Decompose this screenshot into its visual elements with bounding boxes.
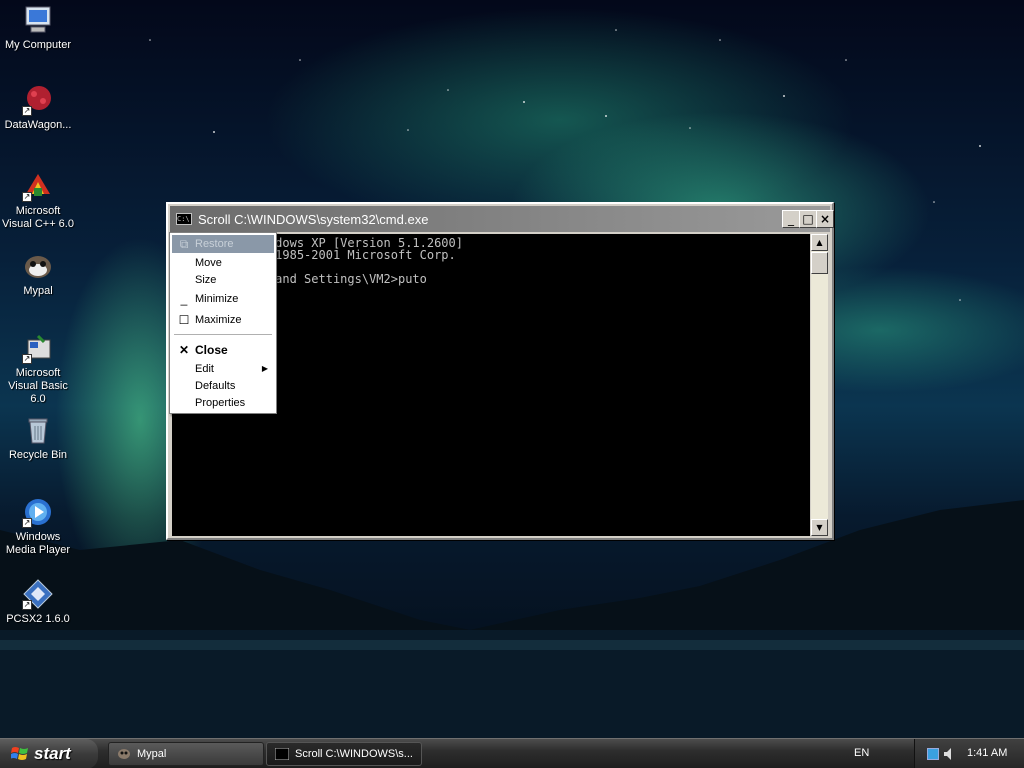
desktop-icon-label: PCSX2 1.6.0 [6, 613, 70, 625]
desktop-icon-label: Windows Media Player [5, 531, 71, 556]
menu-item-defaults[interactable]: Defaults [172, 377, 274, 395]
taskbar-item-cmd[interactable]: Scroll C:\WINDOWS\s... [266, 742, 422, 766]
desktop-icon-visual-basic[interactable]: ↗ Microsoft Visual Basic 6.0 [0, 332, 76, 406]
menu-item-close[interactable]: ✕ Close [172, 341, 274, 359]
visual-cpp-icon: ↗ [22, 170, 54, 202]
desktop-icon-my-computer[interactable]: My Computer [0, 4, 76, 52]
taskbar: start Mypal Scroll C:\WINDOWS\s... EN 1:… [0, 738, 1024, 768]
menu-item-restore: ⧉ Restore [172, 235, 274, 253]
menu-item-move[interactable]: Move [172, 254, 274, 272]
menu-item-label: Move [195, 257, 222, 269]
desktop-icon-label: Recycle Bin [8, 449, 68, 461]
menu-item-label: Minimize [195, 293, 239, 305]
shortcut-arrow-icon: ↗ [22, 106, 32, 116]
windows-logo-icon [11, 747, 28, 760]
desktop-icon-recycle-bin[interactable]: Recycle Bin [0, 414, 76, 462]
menu-item-maximize[interactable]: ☐ Maximize [172, 311, 274, 329]
my-computer-icon [22, 4, 54, 36]
menu-item-label: Maximize [195, 314, 242, 326]
desktop-icon-label: My Computer [4, 39, 72, 51]
desktop-icon-label: Microsoft Visual Basic 6.0 [8, 367, 68, 405]
taskbar-item-label: Scroll C:\WINDOWS\s... [295, 748, 413, 760]
shortcut-arrow-icon: ↗ [22, 600, 32, 610]
menu-item-label: Edit [195, 363, 214, 375]
language-indicator[interactable]: EN [854, 747, 869, 759]
scroll-thumb[interactable] [811, 252, 828, 274]
network-icon[interactable] [927, 748, 939, 760]
windows-media-player-icon: ↗ [22, 496, 54, 528]
datawagon-icon: ↗ [22, 84, 54, 116]
visual-basic-icon: ↗ [22, 332, 54, 364]
volume-icon[interactable] [943, 747, 955, 761]
system-menu: ⧉ Restore Move Size _ Minimize ☐ Maximiz… [169, 232, 277, 414]
scroll-up-icon[interactable]: ▲ [811, 234, 828, 251]
shortcut-arrow-icon: ↗ [22, 354, 32, 364]
desktop-icon-label: Microsoft Visual C++ 6.0 [2, 205, 74, 230]
clock[interactable]: 1:41 AM [967, 747, 1007, 759]
mypal-icon [118, 749, 130, 759]
start-label: start [34, 744, 71, 763]
menu-item-edit[interactable]: Edit ▶ [172, 360, 274, 378]
menu-item-label: Close [195, 343, 228, 357]
menu-separator [174, 334, 272, 335]
desktop-icon-windows-media-player[interactable]: ↗ Windows Media Player [0, 496, 76, 557]
cmd-icon [275, 748, 289, 760]
shortcut-arrow-icon: ↗ [22, 192, 32, 202]
cmd-icon[interactable]: C:\ [176, 213, 192, 225]
maximize-icon: ☐ [178, 313, 190, 327]
maximize-button[interactable]: □ [799, 210, 817, 228]
system-tray: 1:41 AM [914, 739, 1024, 768]
menu-item-label: Size [195, 274, 217, 286]
restore-icon: ⧉ [179, 237, 189, 251]
title-bar[interactable]: C:\ Scroll C:\WINDOWS\system32\cmd.exe _… [170, 206, 834, 232]
menu-item-properties[interactable]: Properties [172, 394, 274, 412]
recycle-bin-icon [22, 414, 54, 446]
close-icon: ✕ [178, 343, 190, 357]
menu-item-size[interactable]: Size [172, 271, 274, 289]
submenu-arrow-icon: ▶ [261, 364, 268, 373]
close-button[interactable]: × [816, 210, 834, 228]
menu-item-label: Properties [195, 397, 246, 409]
menu-item-label: Defaults [195, 380, 236, 392]
vertical-scrollbar[interactable]: ▲ ▼ [811, 234, 828, 536]
menu-item-minimize[interactable]: _ Minimize [172, 290, 274, 308]
taskbar-item-label: Mypal [137, 748, 167, 760]
start-button[interactable]: start [0, 739, 98, 768]
desktop-icon-label: DataWagon... [4, 119, 72, 131]
taskbar-item-mypal[interactable]: Mypal [108, 742, 264, 766]
minimize-icon: _ [180, 292, 188, 306]
menu-item-label: Restore [195, 238, 234, 250]
pcsx2-icon: ↗ [22, 578, 54, 610]
minimize-button[interactable]: _ [782, 210, 800, 228]
window-title: Scroll C:\WINDOWS\system32\cmd.exe [198, 212, 429, 227]
mypal-icon [22, 250, 54, 282]
desktop-icon-mypal[interactable]: Mypal [0, 250, 76, 298]
desktop-icon-pcsx2[interactable]: ↗ PCSX2 1.6.0 [0, 578, 76, 626]
desktop-icon-visual-cpp[interactable]: ↗ Microsoft Visual C++ 6.0 [0, 170, 76, 231]
desktop-icon-label: Mypal [23, 285, 53, 297]
desktop-icon-datawagon[interactable]: ↗ DataWagon... [0, 84, 76, 132]
shortcut-arrow-icon: ↗ [22, 518, 32, 528]
scroll-down-icon[interactable]: ▼ [811, 519, 828, 536]
